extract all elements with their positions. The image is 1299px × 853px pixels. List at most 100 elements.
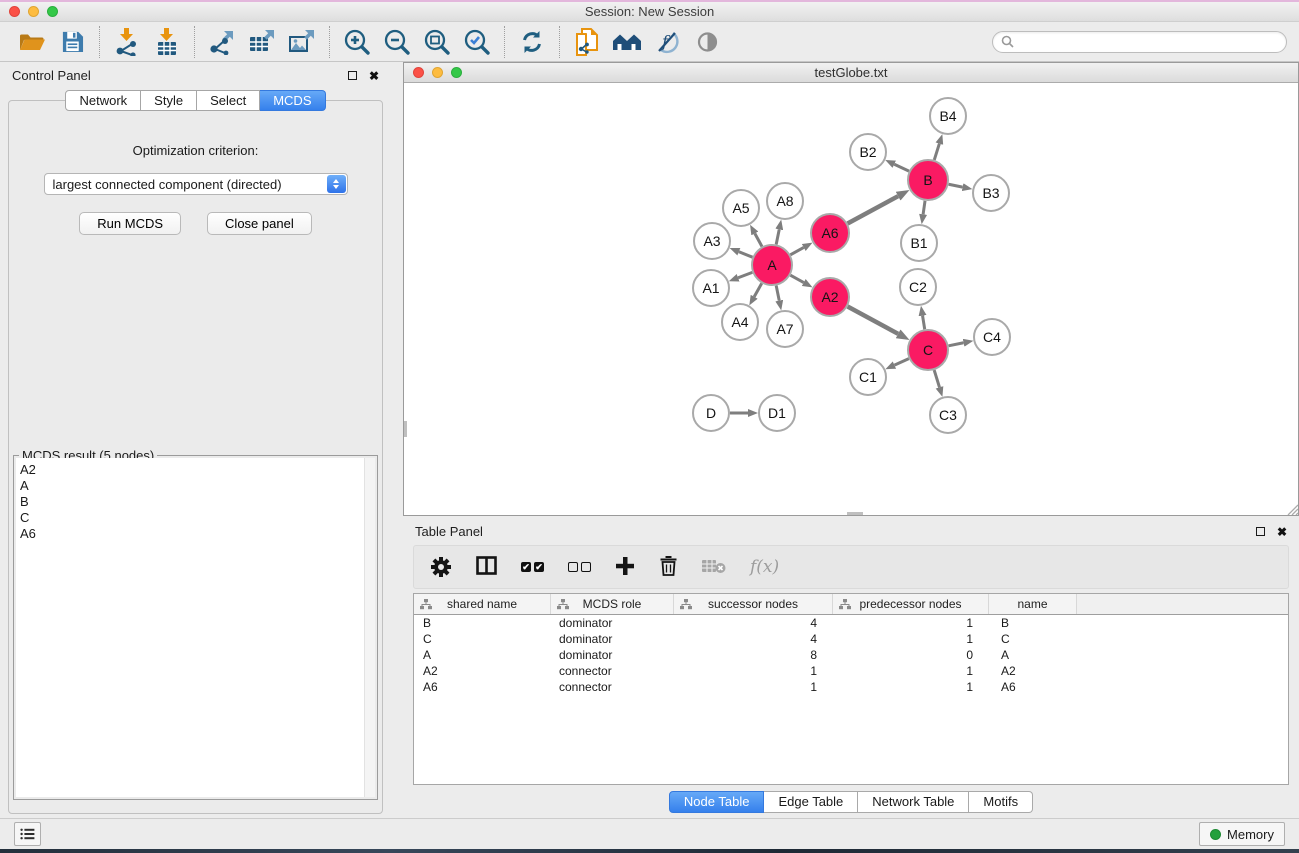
- mcds-result-item[interactable]: C: [20, 510, 364, 526]
- graph-edge-B-B3[interactable]: [949, 184, 963, 187]
- graph-edge-C-C2[interactable]: [923, 316, 925, 330]
- table-cell[interactable]: A2: [414, 664, 551, 678]
- column-header-name[interactable]: name: [989, 594, 1077, 614]
- horizontal-scrollbar-thumb[interactable]: [847, 512, 863, 515]
- select-all-icon[interactable]: ✔✔: [521, 562, 544, 572]
- tab-edge-table[interactable]: Edge Table: [764, 791, 858, 813]
- run-mcds-button[interactable]: Run MCDS: [79, 212, 181, 235]
- table-settings-gear-icon[interactable]: [430, 550, 452, 584]
- table-cell[interactable]: 1: [833, 680, 989, 694]
- vertical-scrollbar-thumb[interactable]: [404, 421, 407, 437]
- graph-edge-C-C4[interactable]: [949, 343, 964, 346]
- dropdown-stepper-icon[interactable]: [327, 175, 346, 193]
- table-cell[interactable]: A: [989, 648, 1077, 662]
- table-cell[interactable]: A6: [989, 680, 1077, 694]
- tab-node-table[interactable]: Node Table: [669, 791, 765, 813]
- mcds-result-item[interactable]: A2: [20, 462, 364, 478]
- graph-edge-B-B2[interactable]: [894, 164, 909, 171]
- table-cell[interactable]: B: [989, 616, 1077, 630]
- table-cell[interactable]: connector: [551, 680, 674, 694]
- table-row[interactable]: Adominator80A: [414, 647, 1288, 663]
- table-cell[interactable]: 4: [674, 616, 833, 630]
- toggle-graphics-details-icon[interactable]: f: [647, 25, 687, 59]
- float-table-panel-icon[interactable]: [1256, 527, 1265, 536]
- tab-select[interactable]: Select: [197, 90, 260, 111]
- graph-edge-C-C3[interactable]: [934, 370, 939, 387]
- tab-network-table[interactable]: Network Table: [858, 791, 969, 813]
- table-cell[interactable]: 1: [833, 632, 989, 646]
- column-header-predecessor-nodes[interactable]: predecessor nodes: [833, 594, 989, 614]
- criterion-dropdown[interactable]: largest connected component (directed): [44, 173, 348, 195]
- mcds-result-scrollbar[interactable]: [364, 458, 375, 797]
- mcds-result-item[interactable]: A6: [20, 526, 364, 542]
- table-cell[interactable]: dominator: [551, 648, 674, 662]
- home-icon[interactable]: [607, 25, 647, 59]
- column-header-successor-nodes[interactable]: successor nodes: [674, 594, 833, 614]
- close-panel-button[interactable]: Close panel: [207, 212, 312, 235]
- search-box[interactable]: [992, 31, 1287, 53]
- table-cell[interactable]: 1: [674, 680, 833, 694]
- column-header-mcds-role[interactable]: MCDS role: [551, 594, 674, 614]
- export-network-icon[interactable]: [202, 25, 242, 59]
- tab-motifs[interactable]: Motifs: [969, 791, 1033, 813]
- table-cell[interactable]: 1: [833, 616, 989, 630]
- memory-button[interactable]: Memory: [1199, 822, 1285, 846]
- table-cell[interactable]: 1: [674, 664, 833, 678]
- import-network-icon[interactable]: [107, 25, 147, 59]
- export-image-icon[interactable]: [282, 25, 322, 59]
- graph-edge-A-A6[interactable]: [790, 247, 803, 254]
- close-panel-icon[interactable]: ✖: [369, 70, 379, 82]
- table-cell[interactable]: dominator: [551, 632, 674, 646]
- graph-edge-A-A5[interactable]: [755, 233, 762, 246]
- delete-table-icon[interactable]: [702, 558, 726, 577]
- table-cell[interactable]: 8: [674, 648, 833, 662]
- add-column-icon[interactable]: [615, 556, 635, 579]
- table-cell[interactable]: C: [414, 632, 551, 646]
- table-cell[interactable]: 4: [674, 632, 833, 646]
- save-session-icon[interactable]: [52, 25, 92, 59]
- tab-network[interactable]: Network: [65, 90, 141, 111]
- network-canvas[interactable]: B4B2BB3A8A5A6A3B1AA1C2A2A4A7C4CC1C3DD1: [404, 83, 1298, 515]
- mcds-result-item[interactable]: A: [20, 478, 364, 494]
- graph-edge-A6-B[interactable]: [848, 196, 899, 223]
- table-cell[interactable]: A2: [989, 664, 1077, 678]
- refresh-icon[interactable]: [512, 25, 552, 59]
- table-cell[interactable]: 1: [833, 664, 989, 678]
- delete-column-trash-icon[interactable]: [659, 555, 678, 579]
- zoom-in-icon[interactable]: [337, 25, 377, 59]
- open-session-icon[interactable]: [12, 25, 52, 59]
- network-window-titlebar[interactable]: testGlobe.txt: [404, 63, 1298, 83]
- table-cell[interactable]: connector: [551, 664, 674, 678]
- table-cell[interactable]: A: [414, 648, 551, 662]
- graph-edge-A-A1[interactable]: [738, 272, 752, 277]
- table-row[interactable]: Bdominator41B: [414, 615, 1288, 631]
- column-header-shared-name[interactable]: shared name: [414, 594, 551, 614]
- mcds-result-list[interactable]: A2ABCA6: [16, 458, 364, 797]
- graph-edge-A-A3[interactable]: [739, 252, 753, 257]
- float-panel-icon[interactable]: [348, 71, 357, 80]
- select-columns-icon[interactable]: [476, 556, 497, 578]
- graph-edge-C-C1[interactable]: [894, 359, 908, 365]
- table-cell[interactable]: B: [414, 616, 551, 630]
- table-cell[interactable]: 0: [833, 648, 989, 662]
- search-input[interactable]: [1019, 34, 1278, 49]
- zoom-out-icon[interactable]: [377, 25, 417, 59]
- deselect-all-icon[interactable]: [568, 562, 591, 572]
- resize-grip[interactable]: [1285, 502, 1298, 515]
- table-row[interactable]: A2connector11A2: [414, 663, 1288, 679]
- graph-edge-A-A4[interactable]: [754, 283, 762, 296]
- tab-mcds[interactable]: MCDS: [260, 90, 325, 111]
- table-cell[interactable]: C: [989, 632, 1077, 646]
- mcds-result-item[interactable]: B: [20, 494, 364, 510]
- task-history-button[interactable]: [14, 822, 41, 846]
- table-cell[interactable]: dominator: [551, 616, 674, 630]
- show-hide-panel-eye-icon[interactable]: [687, 25, 727, 59]
- graph-edge-A-A7[interactable]: [776, 286, 779, 301]
- create-network-from-file-icon[interactable]: [567, 25, 607, 59]
- table-row[interactable]: Cdominator41C: [414, 631, 1288, 647]
- close-table-panel-icon[interactable]: ✖: [1277, 526, 1287, 538]
- table-row[interactable]: A6connector11A6: [414, 679, 1288, 695]
- graph-edge-A-A8[interactable]: [776, 229, 779, 244]
- table-cell[interactable]: A6: [414, 680, 551, 694]
- import-table-icon[interactable]: [147, 25, 187, 59]
